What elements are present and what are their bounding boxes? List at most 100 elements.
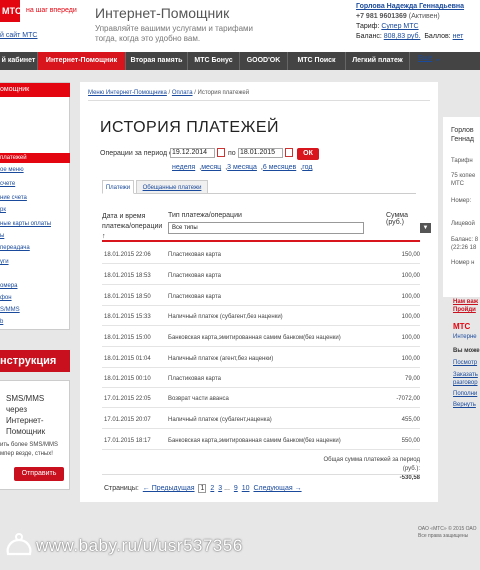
period-week-link[interactable]: неделя xyxy=(172,164,195,171)
tab-payments[interactable]: Платежи xyxy=(102,180,134,194)
site-subtitle: Управляйте вашими услугами и тарифами то… xyxy=(95,24,254,43)
breadcrumb: Меню Интернет-Помощника / Оплата / Истор… xyxy=(88,90,250,96)
sidebar-item-phone[interactable]: фон xyxy=(0,295,12,301)
date-to-input[interactable]: 18.01.2015 xyxy=(238,148,283,158)
table-row: 18.01.2015 22:06 Пластиковая карта 150,00 xyxy=(102,244,420,264)
sidebar: омощник платежей ое меню счете ние счета… xyxy=(0,82,70,502)
column-date[interactable]: Дата и время платежа/операции ↑ xyxy=(102,212,166,242)
user-info: Горлова Надежда Геннадьевна +7 981 96013… xyxy=(356,2,480,42)
footer-copyright: ОАО «МТС» © 2015 ОАО Все права защищены xyxy=(418,526,477,539)
table-row: 18.01.2015 18:53 Пластиковая карта 100,00 xyxy=(102,265,420,285)
period-3months-link[interactable]: 3 месяца xyxy=(227,164,257,171)
breadcrumb-menu[interactable]: Меню Интернет-Помощника xyxy=(88,90,167,96)
period-6months-link[interactable]: 6 месяцев xyxy=(263,164,296,171)
right-account-panel: Горлов Геннад Тарифн 75 копее МТС Номер:… xyxy=(443,117,480,297)
page-1[interactable]: 1 xyxy=(198,484,207,493)
nav-more[interactable]: Ещё xyxy=(418,55,432,62)
nav-easy-payment[interactable]: Легкий платеж xyxy=(346,52,410,70)
user-name-link[interactable]: Горлова Надежда Геннадьевна xyxy=(356,2,480,12)
top-nav: й кабинет Интернет-Помощник Вторая памят… xyxy=(0,52,480,70)
sidebar-item-b[interactable]: b xyxy=(0,319,3,325)
sidebar-menu: омощник платежей ое меню счете ние счета… xyxy=(0,82,70,330)
right-links-panel: Нам важ Пройди МТС Интерне Вы може Посмо… xyxy=(443,296,480,416)
right-user-name: Геннад xyxy=(451,136,474,143)
page-title: ИСТОРИЯ ПЛАТЕЖЕЙ xyxy=(100,119,280,136)
sidebar-item-account[interactable]: счете xyxy=(0,181,15,187)
total-value: -530,58 xyxy=(399,475,420,481)
pager-prev[interactable]: ← Предыдущая xyxy=(143,485,195,492)
page-9[interactable]: 9 xyxy=(234,485,238,492)
balance-link[interactable]: 808,83 руб. xyxy=(384,33,421,40)
user-status: (Активен) xyxy=(408,13,440,20)
mts-site-link[interactable]: й сайт МТС xyxy=(0,32,37,39)
sidebar-item-sms[interactable]: S/MMS xyxy=(0,307,20,313)
internet-link[interactable]: Интерне xyxy=(453,334,477,340)
breadcrumb-payment[interactable]: Оплата xyxy=(172,90,193,96)
quick-period-links: неделя ,месяц ,3 месяца ,6 месяцев ,год xyxy=(172,164,313,171)
credit-link[interactable]: нет xyxy=(453,33,464,40)
sidebar-item-park[interactable]: рк xyxy=(0,207,6,213)
right-balance: Баланс: 8 xyxy=(451,237,479,243)
pager-next[interactable]: Следующая → xyxy=(253,485,301,492)
sidebar-item-history[interactable]: платежей xyxy=(0,153,70,163)
table-row: 18.01.2015 15:33 Наличный платеж (субаген… xyxy=(102,306,420,326)
ok-button[interactable]: ОК xyxy=(297,148,319,160)
type-filter-select[interactable]: Все типы ▼ xyxy=(168,222,431,234)
right-tariff-detail: МТС xyxy=(451,181,464,187)
right-sub-link[interactable]: Заказать xyxy=(453,372,478,378)
mts-logo[interactable]: МТС xyxy=(0,0,20,22)
breadcrumb-current: История платежей xyxy=(197,90,250,96)
tab-promised-payments[interactable]: Обещанные платежи xyxy=(136,180,208,194)
divider xyxy=(102,474,420,475)
column-type: Тип платежа/операции xyxy=(168,212,242,219)
to-label: по xyxy=(228,150,236,157)
right-number-2: Номер н xyxy=(451,260,475,266)
sms-widget: SMS/MMS через Интернет-Помощник ить боле… xyxy=(0,380,70,490)
nav-personal-cabinet[interactable]: й кабинет xyxy=(0,52,38,70)
nav-mts-bonus[interactable]: МТС Бонус xyxy=(188,52,240,70)
sidebar-item-invoice[interactable]: ние счета xyxy=(0,195,27,201)
page-3[interactable]: 3 xyxy=(218,485,222,492)
right-sub-link[interactable]: Вернуть xyxy=(453,402,476,408)
total-sum: Общая сумма платежей за период (руб.): -… xyxy=(310,456,421,483)
sidebar-item-pay-cards[interactable]: ные карты оплаты xyxy=(0,221,51,227)
sidebar-item-menu[interactable]: ое меню xyxy=(0,167,24,173)
send-button[interactable]: Отправить xyxy=(14,467,64,481)
tariff-link[interactable]: Супер МТС xyxy=(381,23,418,30)
table-row: 18.01.2015 18:50 Пластиковая карта 100,00 xyxy=(102,286,420,306)
header: МТС на шаг впереди Интернет-Помощник Упр… xyxy=(0,0,480,52)
sidebar-item-numbers[interactable]: омера xyxy=(0,283,17,289)
right-tariff-detail: 75 копее xyxy=(451,173,476,179)
right-user-name: Горлов xyxy=(451,127,474,134)
calendar-icon[interactable] xyxy=(217,148,225,157)
feedback-link[interactable]: Нам важ xyxy=(453,299,478,305)
main-content: Меню Интернет-Помощника / Оплата / Истор… xyxy=(80,82,438,502)
sidebar-item-services[interactable]: уги xyxy=(0,259,9,265)
page-2[interactable]: 2 xyxy=(210,485,214,492)
table-row: 18.01.2015 15:00 Банковская карта,эмитиро… xyxy=(102,327,420,347)
date-from-input[interactable]: 19.12.2014 xyxy=(170,148,215,158)
pager-ellipsis: ... xyxy=(224,485,230,492)
instruction-banner[interactable]: нструкция xyxy=(0,350,70,372)
nav-internet-assistant[interactable]: Интернет-Помощник xyxy=(38,52,126,70)
total-label: Общая сумма платежей за период (руб.): xyxy=(323,457,421,472)
calendar-icon[interactable] xyxy=(285,148,293,157)
right-sub-link[interactable]: разговор xyxy=(453,380,478,386)
sidebar-item-forwarding[interactable]: переадача xyxy=(0,245,30,251)
table-row: 17.01.2015 20:07 Наличный платеж (субаген… xyxy=(102,409,420,429)
table-row: 17.01.2015 22:05 Возврат части аванса -707… xyxy=(102,388,420,408)
nav-mts-search[interactable]: МТС Поиск xyxy=(288,52,346,70)
period-year-link[interactable]: год xyxy=(302,164,312,171)
table-row: 18.01.2015 01:04 Наличный платеж (агент,б… xyxy=(102,348,420,368)
page-10[interactable]: 10 xyxy=(242,485,250,492)
dropdown-arrow-icon[interactable]: ▼ xyxy=(420,223,431,233)
right-sub-link[interactable]: Посмотр xyxy=(453,360,477,366)
nav-second-memory[interactable]: Вторая память xyxy=(126,52,188,70)
sidebar-header: омощник xyxy=(0,83,70,97)
survey-link[interactable]: Пройди xyxy=(453,307,476,313)
period-month-link[interactable]: месяц xyxy=(201,164,221,171)
nav-goodok[interactable]: GOOD'OK xyxy=(240,52,288,70)
sidebar-item-y[interactable]: ы xyxy=(0,233,4,239)
right-sub-link[interactable]: Пополни xyxy=(453,391,477,397)
chevron-down-icon[interactable]: ⌄ xyxy=(434,53,442,64)
